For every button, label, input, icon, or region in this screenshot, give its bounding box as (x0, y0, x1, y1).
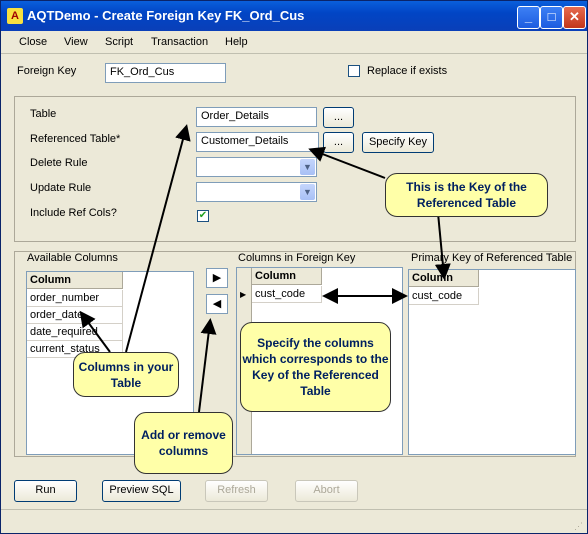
chevron-down-icon: ▼ (300, 184, 315, 200)
specify-key-button[interactable]: Specify Key (362, 132, 434, 153)
preview-sql-button[interactable]: Preview SQL (102, 480, 181, 502)
available-columns-title: Available Columns (27, 252, 118, 264)
update-rule-label: Update Rule (30, 182, 92, 194)
menu-help[interactable]: Help (225, 36, 248, 48)
menu-script[interactable]: Script (105, 36, 133, 48)
refresh-button[interactable]: Refresh (205, 480, 268, 502)
table-browse-button[interactable]: ... (323, 107, 354, 128)
callout-specify-columns: Specify the columns which corresponds to… (240, 322, 391, 412)
list-item[interactable]: order_date (27, 307, 123, 324)
referenced-table-browse-button[interactable]: ... (323, 132, 354, 153)
resize-grip-icon[interactable]: ⋰ (574, 521, 583, 532)
column-header: Column (252, 268, 322, 285)
menu-view[interactable]: View (64, 36, 88, 48)
pk-columns-grid[interactable]: Column cust_code (408, 269, 576, 455)
referenced-table-input[interactable]: Customer_Details (196, 132, 319, 152)
include-ref-cols-checkbox[interactable]: ✔ (197, 210, 209, 222)
replace-if-exists-label: Replace if exists (367, 65, 448, 77)
replace-if-exists-checkbox[interactable] (348, 65, 360, 77)
current-row-icon: ▶ (240, 290, 247, 299)
callout-your-table: Columns in your Table (73, 352, 179, 397)
close-button[interactable]: ✕ (563, 6, 586, 29)
check-icon: ✔ (198, 210, 208, 221)
update-rule-select[interactable]: ▼ (196, 182, 317, 202)
list-item[interactable]: order_number (27, 290, 123, 307)
add-column-button[interactable]: ▶ (206, 268, 228, 288)
list-item[interactable]: date_required (27, 324, 123, 341)
pk-columns-title: Primary Key of Referenced Table (411, 252, 573, 264)
foreign-key-label: Foreign Key (17, 65, 77, 77)
remove-column-button[interactable]: ◀ (206, 294, 228, 314)
dialog-window: A AQTDemo - Create Foreign Key FK_Ord_Cu… (0, 0, 588, 534)
foreign-key-input[interactable]: FK_Ord_Cus (105, 63, 226, 83)
table-label: Table (30, 108, 57, 120)
menu-transaction[interactable]: Transaction (151, 36, 208, 48)
table-input[interactable]: Order_Details (196, 107, 317, 127)
column-header: Column (27, 272, 123, 289)
delete-rule-select[interactable]: ▼ (196, 157, 317, 177)
fk-columns-title: Columns in Foreign Key (238, 252, 356, 264)
status-bar: ⋰ (1, 509, 587, 533)
maximize-button[interactable]: □ (540, 6, 563, 29)
chevron-down-icon: ▼ (300, 159, 315, 175)
menu-close[interactable]: Close (19, 36, 47, 48)
referenced-table-label: Referenced Table* (30, 133, 121, 145)
app-icon: A (7, 8, 23, 24)
delete-rule-label: Delete Rule (30, 157, 88, 169)
list-item[interactable]: cust_code (409, 288, 479, 305)
list-item[interactable]: cust_code (252, 286, 322, 303)
abort-button[interactable]: Abort (295, 480, 358, 502)
run-button[interactable]: Run (14, 480, 77, 502)
include-ref-cols-label: Include Ref Cols? (30, 207, 117, 219)
minimize-button[interactable]: _ (517, 6, 540, 29)
menu-bar: Close View Script Transaction Help (1, 31, 587, 54)
column-header: Column (409, 270, 479, 287)
callout-ref-key: This is the Key of the Referenced Table (385, 173, 548, 217)
callout-add-remove: Add or remove columns (134, 412, 233, 474)
window-title: AQTDemo - Create Foreign Key FK_Ord_Cus (27, 8, 305, 23)
title-bar[interactable]: A AQTDemo - Create Foreign Key FK_Ord_Cu… (1, 1, 587, 31)
